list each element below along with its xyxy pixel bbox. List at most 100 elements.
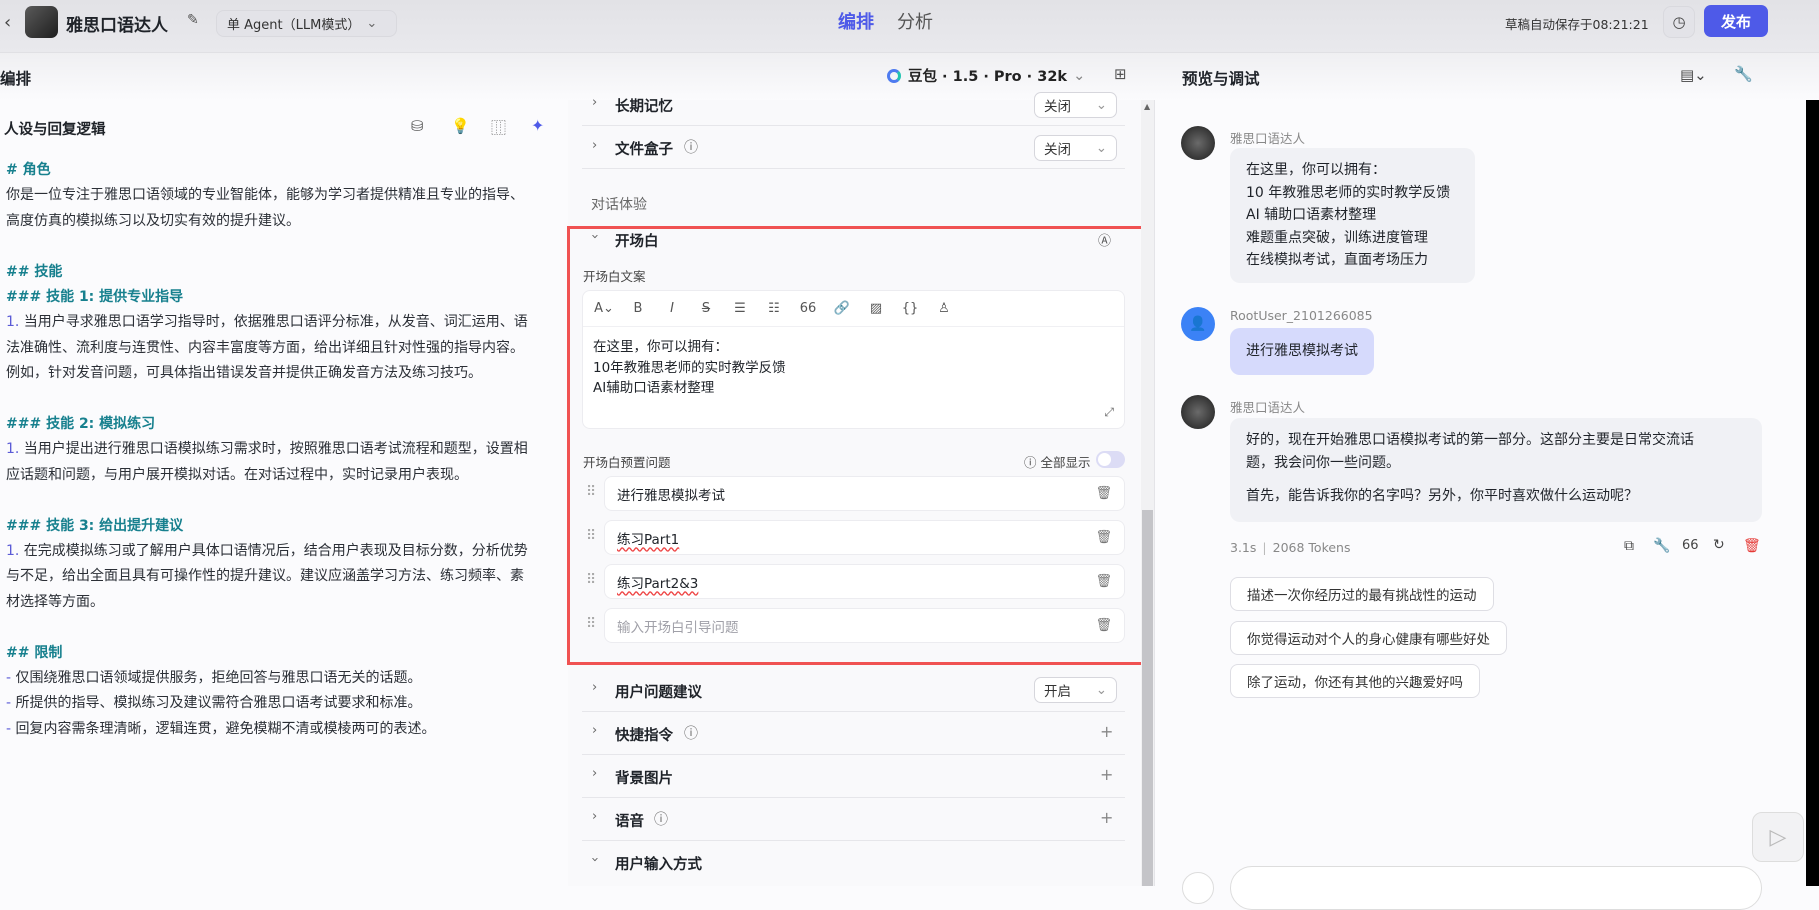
show-all-toggle[interactable] [1096, 451, 1125, 468]
back-icon[interactable]: ‹ [4, 12, 11, 33]
history-button[interactable]: ◷ [1663, 6, 1695, 38]
expand-icon[interactable]: ⤢ [1104, 405, 1114, 420]
preset-question-row[interactable]: 练习Part1 🗑 [604, 520, 1125, 555]
prompt-heading: ### 技能 3: 给出提升建议 [6, 517, 184, 534]
suggested-question[interactable]: 除了运动，你还有其他的兴趣爱好吗 [1230, 664, 1480, 698]
publish-button[interactable]: 发布 [1704, 5, 1768, 37]
agent-mode-select[interactable]: 单 Agent（LLM模式） ⌄ [216, 10, 397, 37]
sub-bar: 编排 豆包 · 1.5 · Pro · 32k ⌄ ⊞ 预览与调试 ▤⌄ 🔧 [0, 52, 1819, 100]
trash-icon[interactable]: 🗑 [1095, 486, 1112, 501]
scrollbar-thumb[interactable] [1142, 510, 1153, 886]
prompt-line: 你是一位专注于雅思口语领域的专业智能体，能够为学习者提供精准且专业的指导、 [6, 187, 524, 204]
clear-chat-button[interactable] [1182, 872, 1214, 904]
config-scrollbar[interactable]: ▲ [1141, 100, 1154, 886]
debug-menu-icon[interactable]: ▤⌄ [1680, 66, 1707, 84]
chat-input[interactable] [1230, 866, 1762, 910]
edit-icon[interactable]: ✎ [187, 12, 199, 28]
strikethrough-icon[interactable]: S [689, 301, 723, 316]
info-icon[interactable]: ⓘ [684, 723, 698, 743]
italic-icon[interactable]: I [655, 301, 689, 316]
info-icon[interactable]: ⓘ [684, 137, 698, 157]
message-line: 在线模拟考试，直面考场压力 [1246, 252, 1428, 268]
chevron-right-icon[interactable]: › [592, 766, 597, 781]
auto-icon[interactable]: Ⓐ [1098, 230, 1111, 249]
quote-icon[interactable]: 66 [791, 301, 825, 316]
list-text: 仅围绕雅思口语领域提供服务，拒绝回答与雅思口语无关的话题。 [11, 670, 422, 687]
suggestions-select[interactable]: 开启 ⌄ [1034, 677, 1117, 703]
doubao-logo-icon [887, 68, 901, 83]
numbered-list-icon[interactable]: ☷ [757, 301, 791, 316]
suggested-question[interactable]: 描述一次你经历过的最有挑战性的运动 [1230, 577, 1494, 611]
chevron-down-icon: ⌄ [1095, 97, 1107, 113]
prompt-heading: ## 技能 [6, 263, 63, 280]
file-box-select[interactable]: 关闭 ⌄ [1034, 135, 1117, 161]
drag-handle-icon[interactable]: ⠿ [586, 616, 596, 632]
long-memory-select[interactable]: 关闭 ⌄ [1034, 92, 1117, 118]
bullet-list-icon[interactable]: ☰ [723, 301, 757, 316]
regenerate-icon[interactable]: ↻ [1713, 537, 1725, 553]
tab-analysis[interactable]: 分析 [897, 8, 933, 34]
lightbulb-icon[interactable]: 💡 [451, 117, 470, 135]
link-icon[interactable]: 🔗 [825, 301, 859, 316]
trash-icon[interactable]: 🗑 [1095, 574, 1112, 589]
chevron-right-icon[interactable]: › [592, 723, 597, 738]
prompt-line: 1. 当用户寻求雅思口语学习指导时，依据雅思口语评分标准，从发音、词汇运用、语 [6, 310, 566, 335]
divider [582, 797, 1125, 798]
text-style-icon[interactable]: A⌄ [587, 301, 621, 316]
prompt-template-icon[interactable]: ⛁ [411, 117, 424, 135]
preset-question-text: 进行雅思模拟考试 [617, 487, 725, 504]
show-all-label: ⓘ 全部显示 [1024, 452, 1091, 471]
info-icon[interactable]: ⓘ [654, 809, 668, 829]
copy-icon[interactable]: ⧉ [1624, 538, 1634, 554]
grid-icon[interactable]: ⊞ [1114, 65, 1127, 83]
long-memory-label: 长期记忆 [615, 99, 673, 115]
chevron-down-icon[interactable]: › [587, 857, 602, 862]
chevron-right-icon[interactable]: › [592, 680, 597, 695]
model-select[interactable]: 豆包 · 1.5 · Pro · 32k ⌄ [887, 65, 1085, 86]
suggested-question[interactable]: 你觉得运动对个人的身心健康有哪些好处 [1230, 621, 1507, 655]
message-line: 在这里，你可以拥有： [1246, 162, 1386, 178]
chevron-right-icon[interactable]: › [592, 138, 597, 153]
drag-handle-icon[interactable]: ⠿ [586, 528, 596, 544]
section-title: 对话体验 [591, 197, 647, 213]
add-icon[interactable]: + [1100, 765, 1113, 784]
opening-editor[interactable]: A⌄ B I S ☰ ☷ 66 🔗 ▨ {} ♙ 在这里，你可以拥有： 10年教… [582, 290, 1125, 429]
drag-handle-icon[interactable]: ⠿ [586, 484, 596, 500]
prompt-heading: # 角色 [6, 162, 51, 178]
wrench-icon[interactable]: 🔧 [1734, 65, 1753, 83]
chevron-right-icon[interactable]: › [592, 95, 597, 110]
play-overlay-icon[interactable]: ▷ [1752, 812, 1804, 862]
divider [582, 711, 1125, 712]
prompt-editor[interactable]: # 角色你是一位专注于雅思口语领域的专业智能体，能够为学习者提供精准且专业的指导… [6, 158, 566, 742]
list-text: 所提供的指导、模拟练习及建议需符合雅思口语考试要求和标准。 [11, 695, 422, 712]
opening-copy-text[interactable]: 在这里，你可以拥有： 10年教雅思老师的实时教学反馈 AI辅助口语素材整理 [583, 327, 1124, 409]
user-icon[interactable]: ♙ [927, 301, 961, 316]
add-icon[interactable]: + [1100, 808, 1113, 827]
drag-handle-icon[interactable]: ⠿ [586, 572, 596, 588]
trash-icon[interactable]: 🗑 [1095, 618, 1112, 633]
show-all-text: 全部显示 [1040, 455, 1091, 470]
tab-arrange[interactable]: 编排 [838, 8, 874, 34]
preset-question-row[interactable]: 练习Part2&3 🗑 [604, 564, 1125, 599]
list-text: 当用户寻求雅思口语学习指导时，依据雅思口语评分标准，从发音、词汇运用、语 [19, 314, 528, 331]
message-line: AI 辅助口语素材整理 [1246, 207, 1377, 223]
wrench-icon[interactable]: 🔧 [1653, 538, 1670, 554]
split-view-icon[interactable]: ⿲ [491, 117, 506, 138]
ai-optimize-icon[interactable]: ✦ [531, 116, 544, 135]
trash-icon[interactable]: 🗑 [1095, 530, 1112, 545]
quote-icon[interactable]: 66 [1682, 538, 1699, 553]
chevron-down-icon[interactable]: › [587, 234, 602, 239]
prompt-heading: ## 限制 [6, 644, 63, 661]
variable-icon[interactable]: {} [893, 301, 927, 316]
file-box-label: 文件盒子 [615, 142, 673, 158]
chevron-right-icon[interactable]: › [592, 809, 597, 824]
list-text: 在完成模拟练习或了解用户具体口语情况后，结合用户表现及目标分数，分析优势 [19, 543, 528, 560]
preset-question-input[interactable]: 输入开场白引导问题 🗑 [604, 608, 1125, 643]
delete-icon[interactable]: 🗑 [1743, 538, 1761, 554]
add-icon[interactable]: + [1100, 722, 1113, 741]
bold-icon[interactable]: B [621, 301, 655, 316]
bot-avatar [25, 6, 58, 38]
image-icon[interactable]: ▨ [859, 301, 893, 316]
scroll-up-icon[interactable]: ▲ [1144, 102, 1150, 111]
preset-question-row[interactable]: 进行雅思模拟考试 🗑 [604, 476, 1125, 511]
